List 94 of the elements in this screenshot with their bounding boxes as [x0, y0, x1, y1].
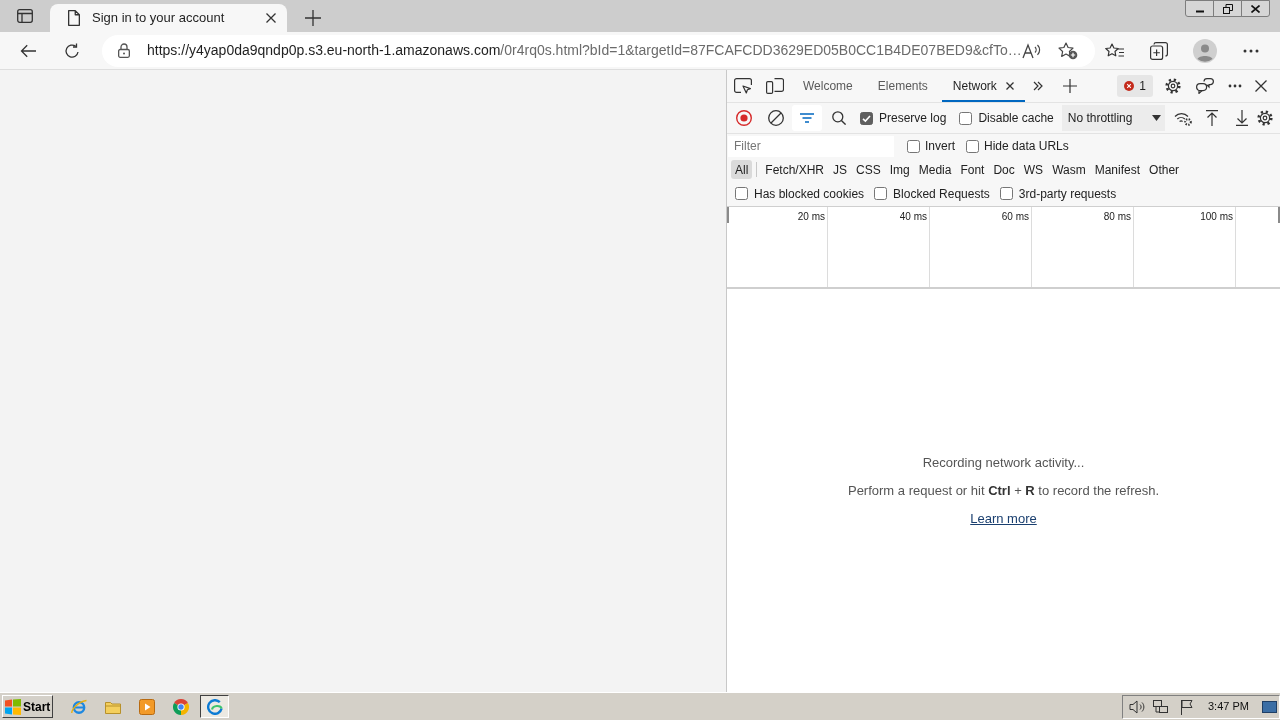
- play-icon: [138, 698, 155, 715]
- tricolor-circle-icon: [172, 698, 189, 715]
- resource-type-filter[interactable]: All: [731, 160, 753, 179]
- range-handle[interactable]: [727, 207, 729, 223]
- close-icon[interactable]: [1005, 82, 1014, 90]
- learn-more-link[interactable]: Learn more: [970, 509, 1037, 528]
- checkbox[interactable]: [959, 111, 973, 125]
- close-window-button[interactable]: [1241, 0, 1270, 17]
- checkbox-label: Disable cache: [978, 110, 1054, 127]
- checkbox[interactable]: [860, 111, 873, 125]
- checkbox-label: Hide data URLs: [984, 138, 1069, 155]
- plus-icon[interactable]: [305, 10, 321, 26]
- show-desktop-icon[interactable]: [1262, 700, 1277, 713]
- star-list-icon[interactable]: [1105, 42, 1125, 59]
- plus-icon[interactable]: [1062, 79, 1077, 93]
- timeline-tick-label: 40 ms: [899, 211, 927, 223]
- flag-icon[interactable]: [1180, 698, 1194, 715]
- timeline-tick-label: 100 ms: [1200, 211, 1233, 223]
- close-icon[interactable]: [1255, 80, 1267, 92]
- record-icon[interactable]: [736, 110, 752, 126]
- filter-icon: [800, 113, 814, 123]
- status-message: Recording network activity...: [922, 453, 1085, 472]
- browser-tab[interactable]: Sign in to your account: [50, 4, 287, 32]
- inspect-icon[interactable]: [734, 78, 752, 94]
- clear-icon[interactable]: [768, 110, 784, 126]
- resource-type-filter[interactable]: Font: [956, 160, 989, 179]
- close-icon: [1251, 4, 1260, 13]
- folder-icon: [104, 699, 121, 714]
- vertical-tabs-icon[interactable]: [17, 8, 33, 24]
- checkbox-label: Blocked Requests: [893, 185, 990, 203]
- restore-button[interactable]: [1213, 0, 1242, 17]
- lock-icon: [118, 43, 130, 58]
- error-icon: [1124, 81, 1135, 91]
- document-icon: [68, 10, 80, 26]
- more-icon[interactable]: [1243, 48, 1259, 53]
- feedback-icon[interactable]: [1196, 78, 1214, 94]
- checkbox[interactable]: [735, 187, 748, 200]
- settings-icon[interactable]: [1256, 110, 1273, 126]
- close-icon[interactable]: [266, 13, 276, 23]
- checkbox[interactable]: [999, 187, 1013, 200]
- restore-icon: [1222, 3, 1233, 14]
- timeline-tick-label: 60 ms: [1001, 211, 1029, 223]
- swirl-icon: [206, 698, 223, 715]
- download-icon[interactable]: [1235, 110, 1248, 126]
- read-aloud-icon[interactable]: [1021, 42, 1042, 59]
- checkbox-label: 3rd-party requests: [1018, 185, 1117, 203]
- resource-type-filter[interactable]: Media: [914, 160, 956, 179]
- more-icon[interactable]: [1228, 84, 1242, 88]
- issues-button[interactable]: 1: [1117, 75, 1153, 97]
- checkbox-label: Invert: [925, 138, 955, 155]
- resource-type-filter[interactable]: Manifest: [1090, 160, 1145, 179]
- refresh-icon[interactable]: [64, 42, 80, 59]
- resource-type-filter[interactable]: Wasm: [1048, 160, 1090, 179]
- devtools-tab[interactable]: Welcome: [792, 70, 864, 102]
- checkbox-label: Has blocked cookies: [754, 185, 865, 203]
- range-handle[interactable]: [1278, 207, 1280, 223]
- avatar-icon[interactable]: [1193, 38, 1217, 63]
- checkbox-label: Preserve log: [879, 110, 947, 127]
- resource-type-filter[interactable]: Other: [1145, 160, 1184, 179]
- checkbox[interactable]: [874, 187, 888, 200]
- resource-type-filter[interactable]: WS: [1019, 160, 1048, 179]
- device-icon[interactable]: [766, 78, 784, 94]
- chevron-double-icon[interactable]: [1032, 81, 1043, 91]
- devtools-tab[interactable]: Elements: [866, 70, 939, 102]
- resource-type-filter[interactable]: Img: [885, 160, 914, 179]
- checkbox[interactable]: [907, 139, 920, 153]
- address-bar[interactable]: https://y4yap0da9qndp0p.s3.eu-north-1.amazonaws.com/0r4rq0s.html?bId=1&targetId=87FCAFCDD3629ED05B0CC1B4DE07BED9&cfTo…: [102, 34, 1095, 67]
- clock: 3:47 PM: [1208, 699, 1249, 715]
- network-conditions-icon[interactable]: [1173, 110, 1192, 126]
- timeline-tick-label: 80 ms: [1103, 211, 1131, 223]
- minimize-icon: [1195, 10, 1204, 13]
- resource-type-filter[interactable]: Doc: [989, 160, 1019, 179]
- caret-icon: [1151, 115, 1161, 121]
- resource-type-filter[interactable]: Fetch/XHR: [761, 160, 829, 179]
- hint-text: Perform a request or hit Ctrl + R to record the refresh.: [847, 481, 1160, 500]
- timeline-tick-label: 20 ms: [797, 211, 825, 223]
- windows-logo-icon: [5, 698, 21, 715]
- start-button[interactable]: Start: [2, 695, 53, 718]
- network-icon[interactable]: [1153, 698, 1169, 715]
- checkbox[interactable]: [966, 139, 979, 153]
- taskbar-button[interactable]: [200, 695, 229, 718]
- upload-icon[interactable]: [1205, 110, 1218, 126]
- letter-e-icon: [70, 698, 87, 715]
- search-icon[interactable]: [832, 111, 846, 125]
- resource-type-filter[interactable]: JS: [829, 160, 852, 179]
- resource-type-filter[interactable]: CSS: [852, 160, 885, 179]
- settings-icon[interactable]: [1165, 78, 1181, 94]
- star-plus-icon[interactable]: [1057, 41, 1078, 60]
- speaker-icon[interactable]: [1129, 699, 1145, 714]
- throttling-dropdown[interactable]: No throttling: [1061, 105, 1165, 131]
- filter-toggle-button[interactable]: [792, 105, 822, 131]
- collections-icon[interactable]: [1150, 41, 1168, 60]
- filter-input[interactable]: Filter: [728, 135, 894, 157]
- back-icon[interactable]: [20, 43, 36, 58]
